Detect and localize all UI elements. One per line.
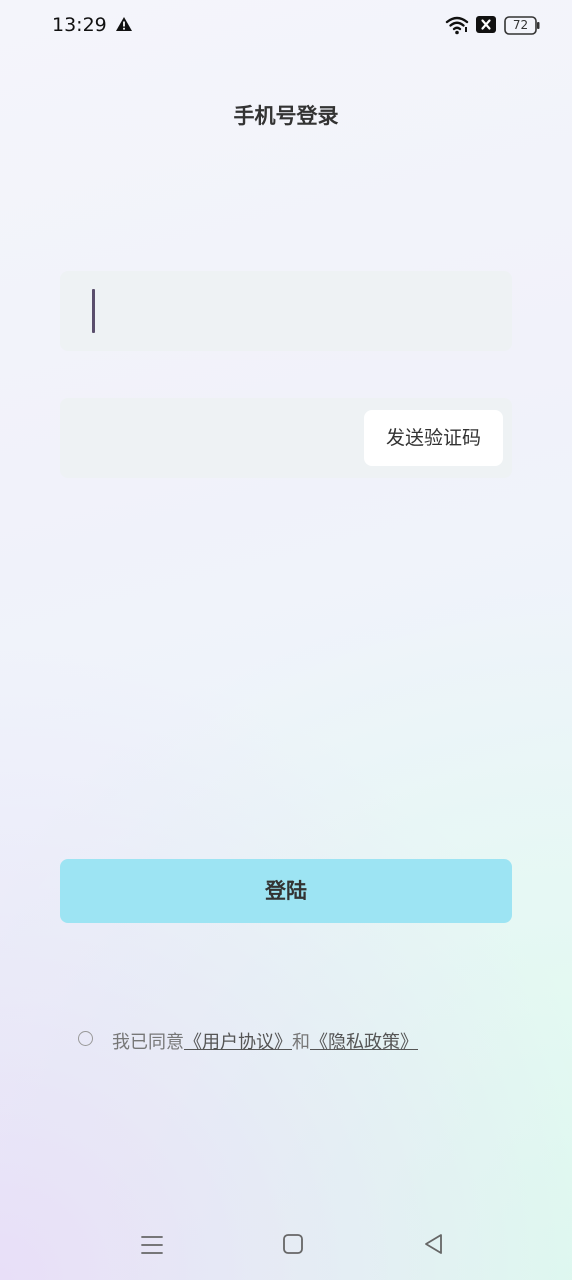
text-caret (92, 289, 95, 333)
background-tint (0, 0, 572, 1280)
agreement-conjunction: 和 (292, 1032, 310, 1053)
verification-code-input[interactable] (82, 414, 352, 462)
back-icon[interactable] (422, 1232, 444, 1256)
page-title: 手机号登录 (233, 104, 339, 128)
warning-icon (116, 17, 132, 31)
status-time: 13:29 (52, 14, 107, 36)
sim-x-icon (476, 16, 496, 33)
login-button[interactable]: 登陆 (60, 859, 512, 923)
navigation-bar (0, 1210, 572, 1280)
status-bar: 13:29 72 (0, 0, 572, 52)
home-icon[interactable] (282, 1233, 304, 1255)
user-agreement-link[interactable]: 《用户协议》 (184, 1032, 292, 1053)
agreement-text: 我已同意《用户协议》和《隐私政策》 (112, 1028, 418, 1054)
phone-field[interactable] (60, 271, 512, 351)
verification-code-field[interactable]: 发送验证码 (60, 398, 512, 478)
send-code-button[interactable]: 发送验证码 (364, 410, 503, 466)
phone-input[interactable] (82, 287, 492, 335)
battery-level: 72 (512, 18, 529, 32)
menu-icon[interactable] (140, 1234, 164, 1256)
privacy-policy-link[interactable]: 《隐私政策》 (310, 1032, 418, 1053)
wifi-icon (445, 16, 469, 35)
agree-radio[interactable] (78, 1031, 93, 1046)
agreement-prefix: 我已同意 (112, 1032, 184, 1053)
